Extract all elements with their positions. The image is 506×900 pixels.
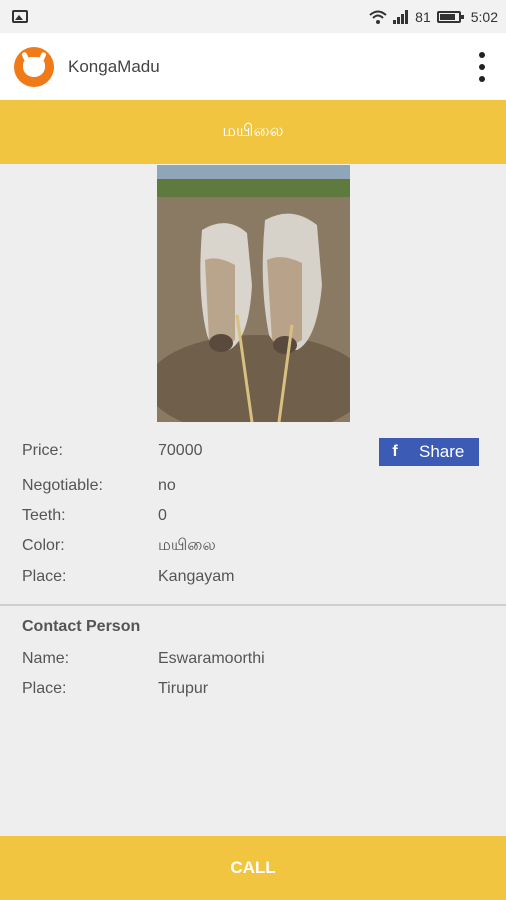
status-bar: 81 5:02 bbox=[0, 0, 506, 33]
contact-label: Place: bbox=[22, 680, 67, 697]
status-time: 5:02 bbox=[470, 8, 498, 25]
detail-value: Kangayam bbox=[158, 568, 235, 585]
signal-icon bbox=[393, 9, 409, 24]
detail-value: no bbox=[158, 477, 176, 494]
facebook-share-button[interactable]: f Share bbox=[379, 438, 479, 466]
app-title: KongaMadu bbox=[68, 56, 160, 76]
overflow-menu-icon[interactable] bbox=[472, 49, 492, 85]
detail-row-teeth: Teeth: 0 bbox=[22, 505, 167, 527]
detail-label: Color: bbox=[22, 537, 65, 554]
detail-value: 0 bbox=[158, 507, 167, 524]
cow-logo-icon bbox=[14, 46, 54, 87]
image-icon bbox=[12, 10, 28, 23]
contact-value: Tirupur bbox=[158, 680, 209, 697]
cattle-photo[interactable] bbox=[157, 165, 350, 422]
detail-label: Price: bbox=[22, 442, 63, 459]
detail-row-color: Color: மயிலை bbox=[22, 535, 216, 557]
detail-label: Negotiable: bbox=[22, 477, 103, 494]
section-divider bbox=[0, 604, 506, 606]
call-label: CALL bbox=[230, 858, 276, 877]
share-label: Share bbox=[419, 442, 465, 461]
contact-value: Eswaramoorthi bbox=[158, 650, 265, 667]
detail-value: மயிலை bbox=[158, 537, 216, 554]
signal-strength: 81 bbox=[415, 8, 431, 25]
detail-value: 70000 bbox=[158, 442, 203, 459]
call-button[interactable]: CALL bbox=[0, 836, 506, 900]
listing-title-banner: மயிலை bbox=[0, 100, 506, 164]
detail-label: Teeth: bbox=[22, 507, 66, 524]
facebook-icon: f bbox=[392, 443, 398, 460]
wifi-icon bbox=[369, 10, 387, 24]
contact-row-name: Name: Eswaramoorthi bbox=[22, 648, 265, 670]
contact-row-place: Place: Tirupur bbox=[22, 678, 208, 700]
detail-label: Place: bbox=[22, 568, 67, 585]
battery-icon bbox=[436, 10, 464, 23]
contact-label: Name: bbox=[22, 650, 70, 667]
detail-row-negotiable: Negotiable: no bbox=[22, 475, 176, 497]
contact-heading: Contact Person bbox=[22, 618, 141, 635]
detail-row-place: Place: Kangayam bbox=[22, 566, 235, 588]
detail-row-price: Price: 70000 bbox=[22, 440, 203, 462]
listing-title: மயிலை bbox=[222, 121, 284, 140]
app-bar: KongaMadu bbox=[0, 33, 506, 100]
